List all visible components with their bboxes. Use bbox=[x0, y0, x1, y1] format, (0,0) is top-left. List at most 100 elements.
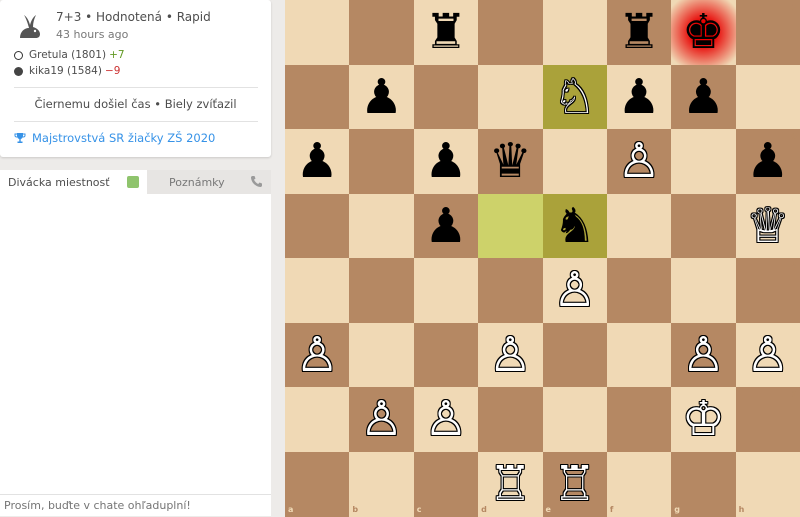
black-pawn-f7[interactable]: ♟ bbox=[607, 65, 671, 130]
black-pawn-c6[interactable]: ♟ bbox=[414, 129, 478, 194]
square-h7[interactable] bbox=[735, 64, 800, 130]
left-panel: 7+3 • Hodnotená • Rapid 43 hours ago Gre… bbox=[0, 0, 272, 516]
square-f3[interactable] bbox=[606, 322, 672, 388]
square-h4[interactable] bbox=[735, 258, 800, 323]
square-d7[interactable] bbox=[478, 64, 544, 130]
file-label: h bbox=[738, 505, 745, 514]
square-a8[interactable] bbox=[285, 0, 350, 65]
square-b5[interactable] bbox=[349, 193, 415, 259]
black-rook-f8[interactable]: ♜ bbox=[607, 0, 671, 65]
square-b4[interactable] bbox=[349, 258, 415, 323]
game-title: 7+3 • Hodnotená • Rapid bbox=[56, 10, 211, 24]
white-pawn-a3[interactable]: ♙ bbox=[285, 323, 349, 388]
black-rook-c8[interactable]: ♜ bbox=[414, 0, 478, 65]
file-label: b bbox=[352, 505, 359, 514]
black-rating-diff: −9 bbox=[104, 65, 121, 77]
square-b3[interactable] bbox=[349, 322, 415, 388]
square-a4[interactable] bbox=[285, 258, 350, 323]
trophy-icon bbox=[14, 133, 26, 143]
white-pawn-g3[interactable]: ♙ bbox=[671, 323, 735, 388]
square-e2[interactable] bbox=[542, 387, 608, 452]
white-player[interactable]: Gretula (1801) +7 bbox=[14, 49, 125, 61]
square-f4[interactable] bbox=[606, 258, 672, 323]
rank-label: 7 bbox=[791, 67, 797, 77]
chat-tabs: Divácka miestnosť Poznámky bbox=[0, 170, 271, 194]
black-pawn-h6[interactable]: ♟ bbox=[736, 129, 800, 194]
black-pawn-a6[interactable]: ♟ bbox=[285, 129, 349, 194]
white-king-g2[interactable]: ♔ bbox=[671, 387, 735, 452]
white-queen-h5[interactable]: ♕ bbox=[736, 194, 800, 259]
rank-label: 4 bbox=[791, 261, 797, 270]
square-f5[interactable] bbox=[606, 193, 672, 259]
divider bbox=[14, 87, 258, 88]
chat-input[interactable] bbox=[0, 494, 271, 516]
square-a5[interactable] bbox=[285, 193, 350, 259]
black-color-icon bbox=[14, 66, 23, 76]
square-b8[interactable] bbox=[349, 0, 415, 65]
tab-notes[interactable]: Poznámky bbox=[147, 170, 271, 194]
file-label: f bbox=[609, 505, 614, 514]
square-a7[interactable] bbox=[285, 64, 350, 130]
white-color-icon bbox=[14, 50, 23, 60]
black-player-name[interactable]: kika19 (1584) bbox=[29, 65, 102, 77]
square-f2[interactable] bbox=[606, 387, 672, 452]
square-g5[interactable] bbox=[671, 193, 737, 259]
tournament-link[interactable]: Majstrovstvá SR žiačky ZŠ 2020 bbox=[14, 131, 215, 145]
square-c3[interactable] bbox=[413, 322, 479, 388]
square-b6[interactable] bbox=[349, 129, 415, 194]
white-pawn-h3[interactable]: ♙ bbox=[736, 323, 800, 388]
square-g4[interactable] bbox=[671, 258, 737, 323]
square-c1[interactable] bbox=[413, 451, 479, 517]
white-rook-e1[interactable]: ♖ bbox=[543, 452, 607, 517]
tab-spectator-room[interactable]: Divácka miestnosť bbox=[0, 170, 147, 194]
white-knight-e7[interactable]: ♘ bbox=[543, 65, 607, 130]
white-rook-d1[interactable]: ♖ bbox=[478, 452, 542, 517]
white-pawn-e4[interactable]: ♙ bbox=[543, 258, 607, 323]
tournament-name[interactable]: Majstrovstvá SR žiačky ZŠ 2020 bbox=[32, 131, 215, 145]
white-pawn-b2[interactable]: ♙ bbox=[349, 387, 413, 452]
black-pawn-c5[interactable]: ♟ bbox=[414, 194, 478, 259]
square-d8[interactable] bbox=[478, 0, 544, 65]
square-h1[interactable] bbox=[735, 451, 800, 517]
tab-spectator-room-label: Divácka miestnosť bbox=[8, 175, 110, 189]
rank-label: 2 bbox=[791, 390, 797, 399]
white-pawn-f6[interactable]: ♙ bbox=[607, 129, 671, 194]
square-e8[interactable] bbox=[542, 0, 608, 65]
tab-notes-label: Poznámky bbox=[169, 175, 225, 189]
square-e3[interactable] bbox=[542, 322, 608, 388]
square-d2[interactable] bbox=[478, 387, 544, 452]
chess-board[interactable]: 8 7 6 5 4 3 2 1 a b c d e f g h ♜ ♜ ♚ ♟ ♘ ♟ ♟ ♟ ♟ ♛ ♙ ♟ ♟ ♞ ♕ ♙ ♙ ♙ ♙ ♙ ♙ ♙ ♔ ♖… bbox=[285, 0, 800, 517]
black-pawn-b7[interactable]: ♟ bbox=[349, 65, 413, 130]
square-h2[interactable] bbox=[735, 387, 800, 452]
black-player[interactable]: kika19 (1584) −9 bbox=[14, 65, 120, 77]
square-h8[interactable] bbox=[735, 0, 800, 65]
square-f1[interactable] bbox=[606, 451, 672, 517]
square-g1[interactable] bbox=[671, 451, 737, 517]
white-player-name[interactable]: Gretula (1801) bbox=[29, 49, 106, 61]
white-pawn-d3[interactable]: ♙ bbox=[478, 323, 542, 388]
white-pawn-c2[interactable]: ♙ bbox=[414, 387, 478, 452]
game-time-ago: 43 hours ago bbox=[56, 28, 129, 41]
black-knight-e5[interactable]: ♞ bbox=[543, 194, 607, 259]
game-info-card: 7+3 • Hodnotená • Rapid 43 hours ago Gre… bbox=[0, 0, 271, 157]
square-d4[interactable] bbox=[478, 258, 544, 323]
square-e6[interactable] bbox=[542, 129, 608, 194]
square-a2[interactable] bbox=[285, 387, 350, 452]
square-a1[interactable] bbox=[285, 451, 350, 517]
black-queen-d6[interactable]: ♛ bbox=[478, 129, 542, 194]
square-b1[interactable] bbox=[349, 451, 415, 517]
phone-icon[interactable] bbox=[250, 175, 263, 188]
file-label: c bbox=[416, 505, 422, 514]
rabbit-icon bbox=[20, 15, 40, 38]
game-status: Čiernemu došiel čas • Biely zvíťazil bbox=[34, 97, 237, 111]
square-c4[interactable] bbox=[413, 258, 479, 323]
square-g6[interactable] bbox=[671, 129, 737, 194]
square-d5[interactable] bbox=[478, 193, 544, 259]
chat-toggle[interactable] bbox=[127, 176, 139, 188]
black-pawn-g7[interactable]: ♟ bbox=[671, 65, 735, 130]
black-king-g8[interactable]: ♚ bbox=[671, 0, 735, 65]
square-c7[interactable] bbox=[413, 64, 479, 130]
white-rating-diff: +7 bbox=[109, 49, 125, 61]
divider bbox=[14, 121, 258, 122]
file-label: a bbox=[288, 505, 294, 514]
